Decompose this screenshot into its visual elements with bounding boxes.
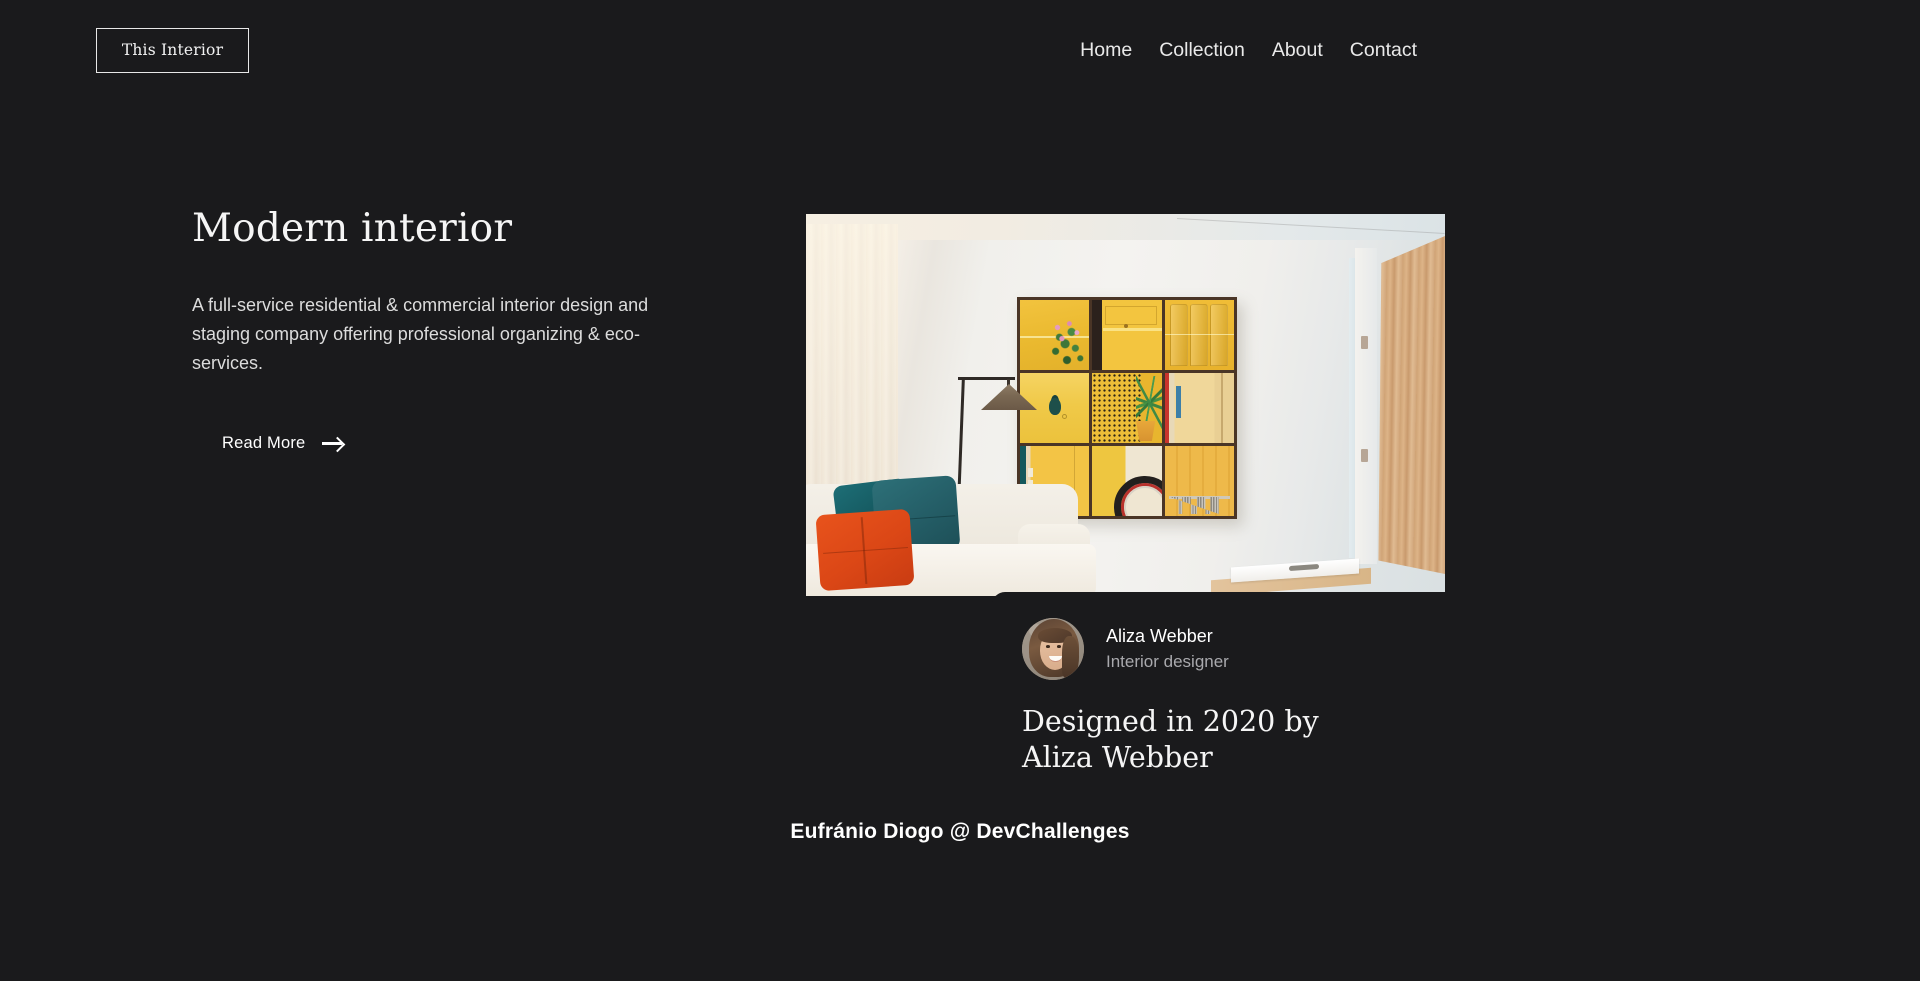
designer-card: Aliza Webber Interior designer Designed … — [992, 592, 1572, 776]
ceiling-edge-line — [1176, 218, 1445, 234]
designer-meta: Aliza Webber Interior designer — [1106, 626, 1229, 672]
footer-credit: Eufránio Diogo @ DevChallenges — [790, 820, 1130, 843]
avatar-eye-right — [1057, 645, 1061, 648]
hero-description: A full-service residential & commercial … — [192, 294, 649, 373]
page-title: Modern interior — [192, 206, 513, 251]
designer-role: Interior designer — [1106, 652, 1229, 671]
nav-item-contact[interactable]: Contact — [1350, 39, 1417, 62]
art-tile-flowering-plant — [1020, 300, 1090, 370]
avatar-hair-side — [1062, 636, 1079, 678]
nav-item-about[interactable]: About — [1272, 39, 1323, 62]
door-hinge-upper — [1361, 336, 1368, 349]
art-tile-bicycle-wheel — [1092, 446, 1162, 516]
art-mesh — [1092, 373, 1141, 443]
wooden-door — [1378, 236, 1445, 574]
logo-text: This Interior — [121, 41, 224, 59]
arrow-right-icon — [322, 436, 344, 450]
art-blue-accent — [1175, 385, 1181, 418]
door-hinge-lower — [1361, 449, 1368, 462]
door-frame — [1355, 248, 1377, 564]
art-seam — [1221, 373, 1223, 443]
interior-photo — [806, 214, 1445, 596]
art-tile-slats-and-brushes — [1164, 446, 1234, 516]
read-more-label: Read More — [222, 433, 306, 452]
art-peephole — [1061, 413, 1067, 419]
art-tile-red-stripe-wall — [1164, 373, 1234, 443]
nav-item-collection[interactable]: Collection — [1159, 39, 1245, 62]
logo[interactable]: This Interior — [96, 27, 249, 73]
art-blossoms — [1049, 320, 1084, 350]
site-footer: Eufránio Diogo @ DevChallenges — [0, 820, 1920, 844]
art-tile-yellow-door — [1092, 300, 1162, 370]
art-highlight-line — [1164, 333, 1234, 336]
art-door-panel — [1104, 305, 1158, 326]
hero-section: Modern interior A full-service residenti… — [192, 206, 662, 457]
room-ceiling — [806, 214, 1445, 240]
read-more-button[interactable]: Read More — [222, 430, 344, 457]
designer-header: Aliza Webber Interior designer — [1022, 618, 1572, 680]
site-header: This Interior Home Collection About Cont… — [0, 0, 1920, 100]
art-brushes — [1170, 497, 1219, 514]
designer-caption: Designed in 2020 by Aliza Webber — [1022, 705, 1319, 774]
art-tile-perforated-screen — [1092, 373, 1162, 443]
art-tile-shutters — [1164, 300, 1234, 370]
orange-cushion — [815, 508, 915, 592]
main-navigation: Home Collection About Contact — [1080, 39, 1417, 62]
art-knocker — [1049, 398, 1062, 416]
art-highlight-line — [1103, 328, 1162, 331]
avatar — [1022, 618, 1084, 680]
avatar-eye-left — [1046, 645, 1050, 648]
designer-name: Aliza Webber — [1106, 626, 1213, 646]
nav-item-home[interactable]: Home — [1080, 39, 1132, 62]
art-tick — [1027, 468, 1033, 478]
